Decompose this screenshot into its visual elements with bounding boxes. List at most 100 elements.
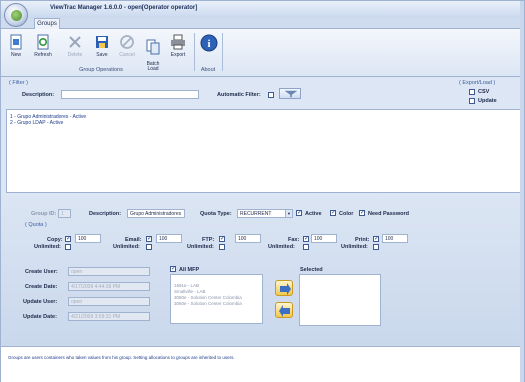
cancel-button[interactable]: Cancel bbox=[116, 32, 138, 58]
window-right-edge bbox=[520, 1, 524, 382]
filter-description-input[interactable] bbox=[61, 90, 199, 99]
list-item[interactable]: Smallville - LAB bbox=[174, 289, 206, 294]
quota-type-select[interactable]: RECURRENT ▼ bbox=[237, 209, 293, 218]
update-date-field: 4/21/2009 3:59:31 PM bbox=[68, 312, 150, 321]
export-button[interactable]: Export bbox=[167, 32, 189, 58]
copy-quota-label: Copy: bbox=[47, 237, 63, 243]
copy-quota-checkbox[interactable] bbox=[65, 235, 71, 242]
ftp-quota-input[interactable]: 100 bbox=[235, 234, 261, 243]
export-load-header: ( Export/Load ) bbox=[459, 80, 496, 86]
update-date-label: Update Date: bbox=[23, 314, 57, 320]
list-item[interactable]: 3060e - Solution Center Colombia bbox=[174, 295, 242, 300]
mfp-list[interactable]: 1691e - LAB Smallville - LAB 3060e - Sol… bbox=[170, 274, 263, 324]
selected-mfp-list[interactable] bbox=[299, 274, 381, 326]
list-item[interactable]: 2 - Grupo LDAP - Active bbox=[10, 120, 63, 126]
list-item[interactable]: 3060e - Solution Center Colombia bbox=[174, 301, 242, 306]
ftp-quota-label: FTP: bbox=[202, 237, 215, 243]
filter-header: ( Filter ) bbox=[9, 80, 28, 86]
remove-mfp-button[interactable] bbox=[275, 302, 293, 318]
about-button[interactable]: i bbox=[198, 32, 220, 54]
ftp-unlimited-label: Unlimited: bbox=[187, 244, 214, 250]
arrow-left-icon bbox=[279, 305, 290, 317]
add-mfp-button[interactable] bbox=[275, 280, 293, 296]
email-quota-checkbox[interactable] bbox=[146, 235, 152, 242]
new-doc-icon bbox=[10, 34, 22, 50]
detail-description-input[interactable]: Grupo Administradores bbox=[127, 209, 185, 218]
need-password-checkbox[interactable] bbox=[359, 209, 365, 216]
fax-quota-label: Fax: bbox=[288, 237, 300, 243]
email-quota-input[interactable]: 100 bbox=[156, 234, 182, 243]
save-disk-icon bbox=[96, 36, 108, 48]
fax-quota-input[interactable]: 100 bbox=[311, 234, 337, 243]
new-button-label: New bbox=[10, 52, 21, 58]
list-item[interactable]: 1691e - LAB bbox=[174, 283, 199, 288]
print-quota-input[interactable]: 100 bbox=[382, 234, 408, 243]
quota-header: ( Quota ) bbox=[25, 222, 47, 228]
tab-strip: Groups bbox=[1, 18, 524, 29]
create-user-label: Create User: bbox=[25, 269, 58, 275]
active-checkbox[interactable] bbox=[296, 209, 302, 216]
need-password-label: Need Password bbox=[368, 211, 409, 217]
ribbon-separator bbox=[194, 33, 195, 71]
csv-checkbox[interactable] bbox=[469, 89, 475, 95]
update-label: Update bbox=[478, 98, 497, 104]
export-button-label: Export bbox=[170, 52, 186, 58]
create-date-label: Create Date: bbox=[25, 284, 58, 290]
create-user-field: open bbox=[68, 267, 150, 276]
cancel-button-label: Cancel bbox=[119, 52, 135, 58]
email-unlimited-checkbox[interactable] bbox=[146, 244, 152, 250]
group-id-label: Group ID: bbox=[31, 211, 57, 217]
tab-groups[interactable]: Groups bbox=[34, 18, 60, 29]
app-menu-orb-icon[interactable] bbox=[4, 3, 28, 27]
ftp-unlimited-checkbox[interactable] bbox=[219, 244, 225, 250]
ftp-quota-checkbox[interactable] bbox=[219, 235, 225, 242]
refresh-icon bbox=[37, 34, 49, 50]
print-unlimited-checkbox[interactable] bbox=[373, 244, 379, 250]
app-window: ViewTrac Manager 1.6.0.0 - open[Operator… bbox=[0, 0, 525, 382]
arrow-right-icon bbox=[280, 283, 291, 295]
copy-unlimited-checkbox[interactable] bbox=[65, 244, 71, 250]
fax-unlimited-label: Unlimited: bbox=[268, 244, 295, 250]
refresh-button[interactable]: Refresh bbox=[32, 32, 54, 58]
color-checkbox[interactable] bbox=[330, 209, 336, 216]
filter-description-label: Description: bbox=[22, 92, 55, 98]
delete-button[interactable]: Delete bbox=[64, 32, 86, 58]
fax-quota-checkbox[interactable] bbox=[303, 235, 309, 242]
all-mfp-label: All MFP bbox=[179, 267, 200, 273]
funnel-icon bbox=[284, 90, 298, 98]
print-quota-checkbox[interactable] bbox=[373, 235, 379, 242]
refresh-button-label: Refresh bbox=[34, 52, 52, 58]
group-id-field: 1 bbox=[58, 209, 71, 218]
delete-x-icon bbox=[69, 36, 81, 48]
batch-load-icon bbox=[146, 39, 160, 55]
title-bar: ViewTrac Manager 1.6.0.0 - open[Operator… bbox=[1, 1, 524, 18]
update-checkbox[interactable] bbox=[469, 98, 475, 104]
save-button[interactable]: Save bbox=[91, 32, 113, 58]
batch-load-button[interactable]: Batch Load bbox=[142, 32, 164, 72]
chevron-down-icon: ▼ bbox=[285, 210, 292, 217]
fax-unlimited-checkbox[interactable] bbox=[303, 244, 309, 250]
csv-label: CSV bbox=[478, 89, 490, 95]
apply-filter-button[interactable] bbox=[279, 88, 301, 99]
window-title: ViewTrac Manager 1.6.0.0 - open[Operator… bbox=[50, 5, 198, 11]
update-user-field: open bbox=[68, 297, 150, 306]
print-quota-label: Print: bbox=[355, 237, 370, 243]
delete-button-label: Delete bbox=[67, 52, 83, 58]
svg-text:i: i bbox=[207, 38, 210, 50]
print-unlimited-label: Unlimited: bbox=[341, 244, 368, 250]
automatic-filter-label: Automatic Filter: bbox=[217, 92, 261, 98]
cancel-icon bbox=[120, 35, 134, 49]
quota-type-value: RECURRENT bbox=[240, 211, 272, 217]
color-label: Color bbox=[339, 211, 354, 217]
email-unlimited-label: Unlimited: bbox=[113, 244, 140, 250]
info-icon: i bbox=[200, 34, 218, 52]
status-bar: Groups are users containers who taken va… bbox=[1, 346, 524, 382]
all-mfp-checkbox[interactable] bbox=[170, 265, 176, 272]
save-button-label: Save bbox=[96, 52, 108, 58]
new-button[interactable]: New bbox=[5, 32, 27, 58]
groups-list[interactable]: 1 - Grupo Administradores - Active 2 - G… bbox=[6, 109, 521, 193]
status-text: Groups are users containers who taken va… bbox=[8, 355, 235, 360]
detail-description-label: Description: bbox=[89, 211, 122, 217]
copy-quota-input[interactable]: 100 bbox=[75, 234, 101, 243]
automatic-filter-checkbox[interactable] bbox=[268, 92, 274, 98]
